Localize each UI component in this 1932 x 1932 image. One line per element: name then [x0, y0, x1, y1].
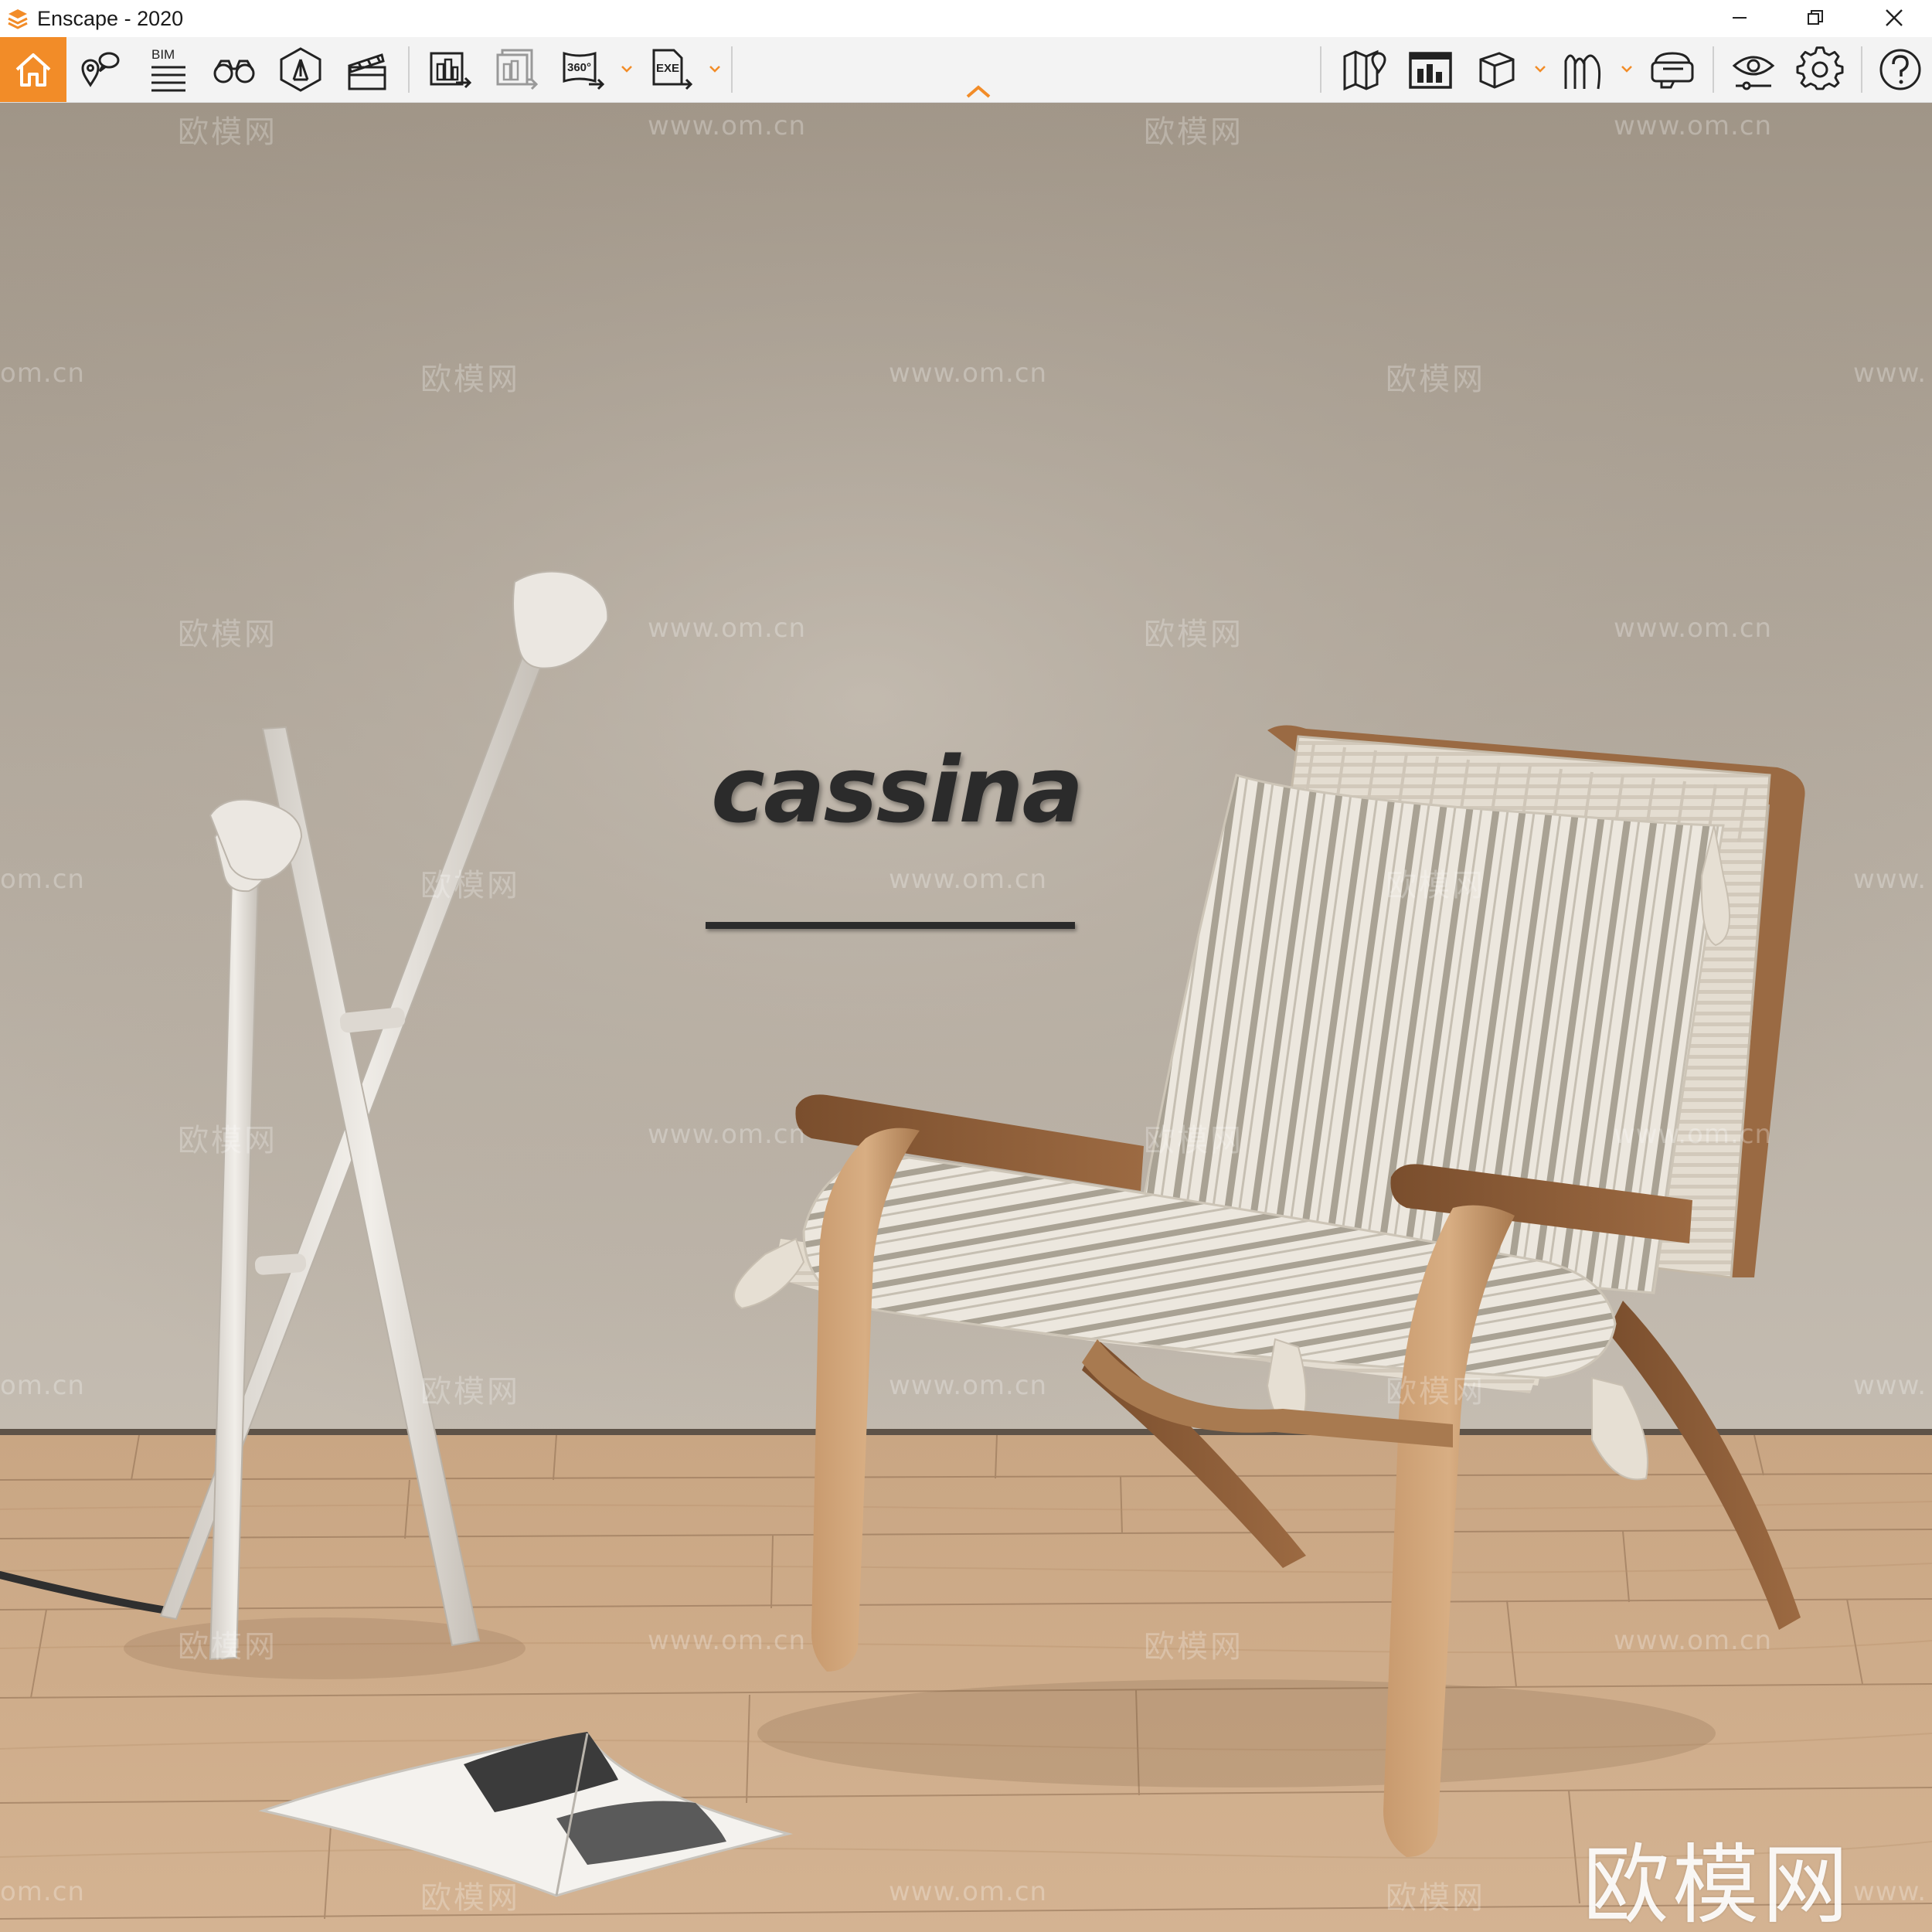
restore-button[interactable]	[1777, 0, 1853, 36]
screenshot-button[interactable]	[1400, 42, 1461, 97]
cube-view-button[interactable]	[1467, 42, 1527, 97]
enscape-window: Enscape - 2020 BIM 360° EXE cassina 欧模网 …	[0, 0, 1932, 1932]
exe-dropdown[interactable]	[706, 60, 723, 77]
enscape-logo-icon	[5, 5, 31, 32]
chevron-down-icon	[709, 66, 720, 73]
bim-info-button[interactable]: BIM	[136, 42, 196, 97]
view-management-button[interactable]	[270, 42, 331, 97]
minimize-icon	[1733, 17, 1747, 19]
exe-label: EXE	[656, 62, 679, 75]
title-bar: Enscape - 2020	[0, 0, 1932, 37]
panorama-label: 360°	[567, 61, 591, 74]
panorama-dropdown[interactable]	[618, 60, 635, 77]
visual-settings-icon	[1732, 56, 1775, 90]
chevron-down-icon	[1621, 66, 1632, 73]
restore-icon	[1808, 10, 1823, 25]
bim-label: BIM	[151, 47, 175, 62]
video-editor-button[interactable]	[337, 42, 397, 97]
asset-library-dropdown[interactable]	[1618, 60, 1635, 77]
toolbar-separator	[1861, 46, 1862, 93]
views-button[interactable]	[70, 42, 130, 97]
walk-mode-button[interactable]	[204, 42, 264, 97]
view-management-icon	[280, 47, 321, 92]
cube-view-icon	[1479, 52, 1515, 89]
help-button[interactable]	[1870, 42, 1930, 97]
location-pin-icon	[81, 52, 120, 87]
close-icon	[1886, 9, 1903, 26]
collapse-toolbar-button[interactable]	[964, 82, 992, 100]
close-button[interactable]	[1856, 0, 1932, 36]
vr-headset-button[interactable]	[1641, 42, 1702, 97]
window-title: Enscape - 2020	[37, 6, 184, 30]
batch-render-icon	[496, 49, 539, 90]
screenshot-icon	[1409, 52, 1452, 89]
toolbar-separator	[1713, 46, 1714, 93]
map-button[interactable]	[1334, 42, 1394, 97]
render-export-icon	[430, 52, 472, 89]
render-viewport[interactable]: cassina 欧模网 www.om.cn 欧模网 www.om.cn om.c…	[0, 103, 1932, 1932]
minimize-button[interactable]	[1702, 0, 1777, 36]
chevron-down-icon	[621, 66, 632, 73]
vr-headset-icon	[1651, 52, 1694, 89]
cube-view-dropdown[interactable]	[1532, 60, 1549, 77]
home-button[interactable]	[0, 37, 66, 102]
render-export-button[interactable]	[420, 42, 481, 97]
settings-button[interactable]	[1790, 42, 1850, 97]
clapperboard-icon	[348, 53, 386, 90]
brand-underline	[706, 922, 1075, 929]
corner-watermark: 欧模网	[1583, 1835, 1852, 1932]
panorama-export-icon: 360°	[563, 51, 605, 90]
visual-settings-button[interactable]	[1723, 42, 1784, 97]
chevron-up-icon	[966, 85, 991, 98]
panorama-export-button[interactable]: 360°	[553, 42, 614, 97]
home-icon	[15, 53, 51, 87]
toolbar-separator	[408, 46, 410, 93]
batch-render-button[interactable]	[487, 42, 547, 97]
main-toolbar: BIM 360° EXE	[0, 37, 1932, 103]
toolbar-separator	[1320, 46, 1321, 93]
bim-info-icon: BIM	[151, 47, 185, 92]
exe-export-button[interactable]: EXE	[641, 42, 702, 97]
asset-library-icon	[1564, 54, 1601, 90]
exe-export-icon: EXE	[652, 49, 693, 90]
map-icon	[1343, 49, 1386, 91]
brand-sign: cassina	[711, 736, 1083, 843]
chevron-down-icon	[1535, 66, 1546, 73]
help-icon	[1879, 49, 1921, 90]
binoculars-icon	[213, 60, 255, 83]
toolbar-separator	[731, 46, 733, 93]
asset-library-button[interactable]	[1553, 42, 1614, 97]
scene-render	[0, 103, 1932, 1932]
gear-icon	[1796, 46, 1844, 90]
